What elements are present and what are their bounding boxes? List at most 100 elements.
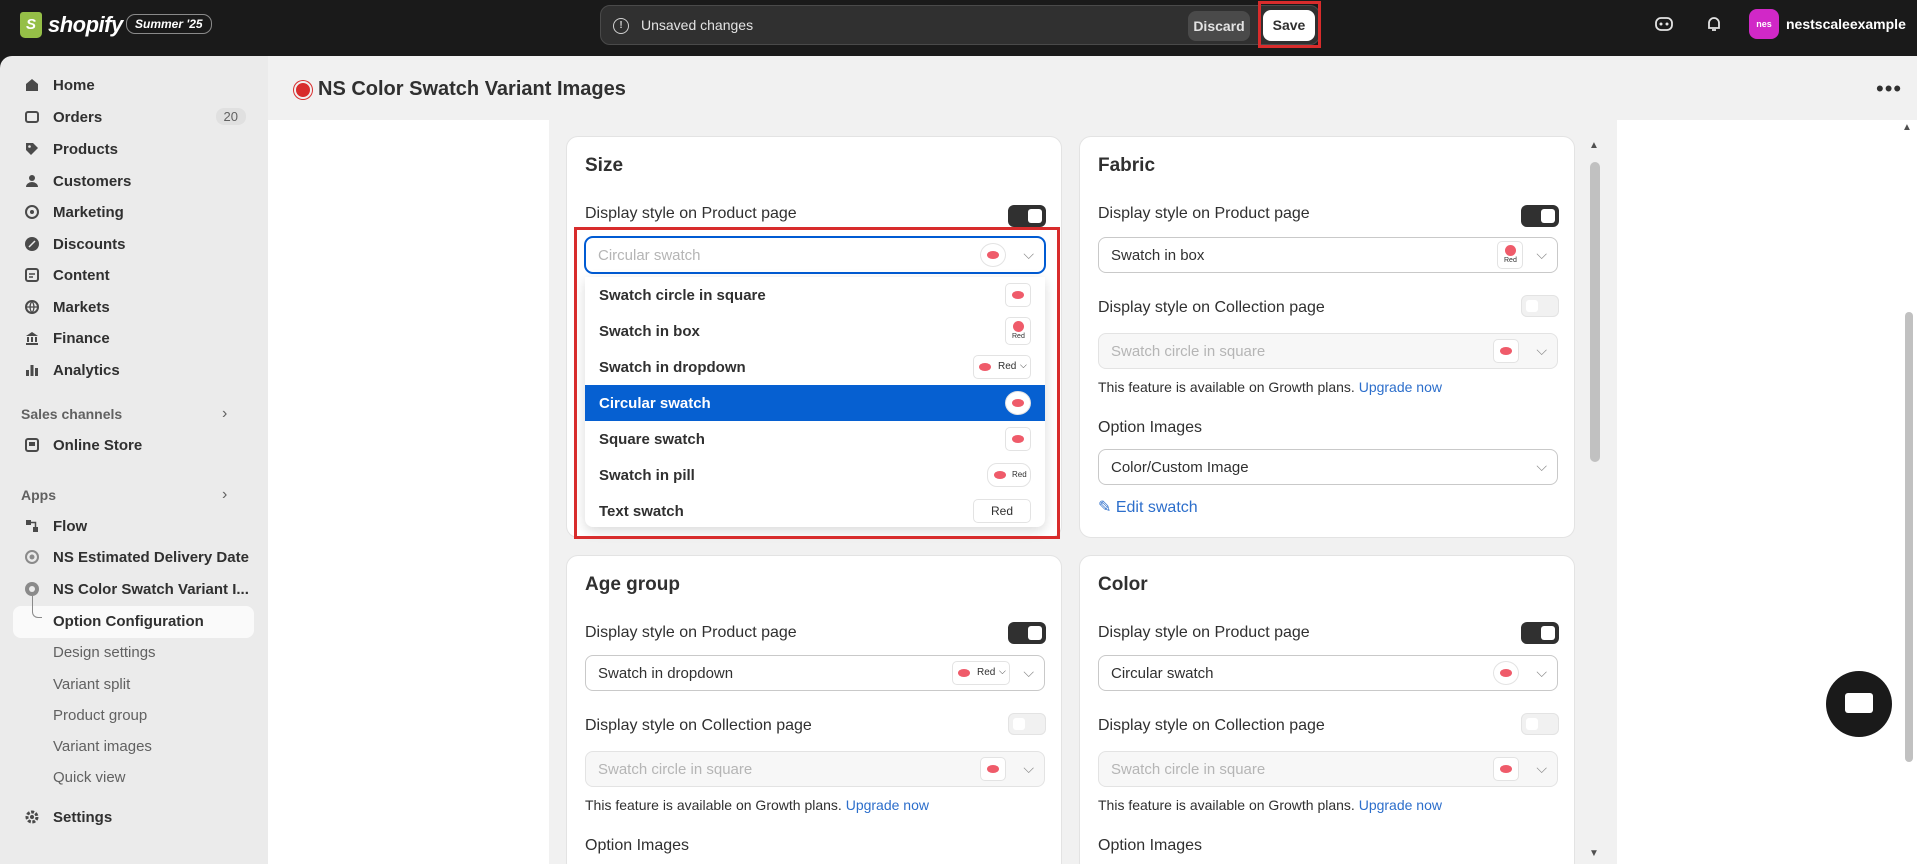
collection-page-label: Display style on Collection page [1098, 299, 1325, 316]
bell-icon[interactable] [1704, 14, 1724, 34]
collection-style-select[interactable]: Swatch circle in square ⌵ [1098, 333, 1558, 369]
sidebar-subitem-product-group[interactable]: Product group [53, 707, 147, 724]
sidebar-item-flow[interactable]: Flow [13, 511, 254, 541]
alert-icon: ! [613, 18, 629, 34]
chevron-down-icon: ⌵ [1536, 458, 1547, 474]
card-title: Size [585, 155, 624, 176]
notice-text: This feature is available on Growth plan… [585, 797, 842, 813]
growth-plan-notice: This feature is available on Growth plan… [1098, 379, 1442, 395]
discard-button[interactable]: Discard [1188, 11, 1250, 41]
chevron-right-icon[interactable]: › [222, 405, 227, 423]
save-highlight-box [1258, 1, 1321, 48]
sidebar-item-analytics[interactable]: Analytics [13, 355, 254, 385]
sidebar-subitem-variant-images[interactable]: Variant images [53, 738, 152, 755]
product-style-select[interactable]: Swatch in dropdown Red ⌵ ⌵ [585, 655, 1045, 691]
product-page-toggle[interactable] [1008, 622, 1046, 644]
red-swatch [1500, 669, 1512, 677]
sidebar-item-products[interactable]: Products [13, 134, 254, 164]
product-page-toggle[interactable] [1008, 205, 1046, 227]
sidebar-item-label: Discounts [53, 235, 126, 253]
sidebar-item-label: Marketing [53, 203, 124, 221]
sidebar-subitem-variant-split[interactable]: Variant split [53, 676, 130, 693]
app-logo-icon [294, 81, 312, 99]
product-style-select[interactable]: Circular swatch ⌵ [1098, 655, 1558, 691]
collection-page-toggle[interactable] [1521, 295, 1559, 317]
more-actions-icon[interactable]: ••• [1876, 76, 1902, 102]
flow-icon [23, 517, 41, 535]
bank-icon [23, 329, 41, 347]
sidebar-item-label: Finance [53, 329, 110, 347]
edition-badge[interactable]: Summer '25 [126, 14, 212, 34]
collection-page-toggle[interactable] [1521, 713, 1559, 735]
scroll-down-icon[interactable]: ▼ [1589, 848, 1599, 859]
tag-icon [23, 140, 41, 158]
sidebar-item-online-store[interactable]: Online Store [13, 430, 254, 460]
select-value: Swatch circle in square [1111, 343, 1266, 360]
sidebar-item-marketing[interactable]: Marketing [13, 197, 254, 227]
sidebar-item-ns-swatch[interactable]: NS Color Swatch Variant I... [13, 574, 254, 604]
page-header: NS Color Swatch Variant Images ••• [268, 56, 1917, 120]
globe-icon [23, 298, 41, 316]
upgrade-link[interactable]: Upgrade now [846, 797, 929, 813]
page-scroll-up-icon[interactable]: ▲ [1902, 122, 1912, 133]
scroll-up-icon[interactable]: ▲ [1589, 140, 1599, 151]
collection-style-select[interactable]: Swatch circle in square ⌵ [1098, 751, 1558, 787]
option-images-select[interactable]: Color/Custom Image ⌵ [1098, 449, 1558, 485]
person-icon [23, 172, 41, 190]
sidebar-item-orders[interactable]: Orders 20 [13, 102, 254, 132]
avatar[interactable]: nes [1749, 9, 1779, 39]
collection-page-toggle[interactable] [1008, 713, 1046, 735]
sidebar-item-finance[interactable]: Finance [13, 323, 254, 353]
store-icon [23, 436, 41, 454]
card-title: Color [1098, 574, 1148, 595]
card-title: Fabric [1098, 155, 1156, 176]
red-swatch [958, 669, 970, 677]
tree-connector [32, 596, 42, 618]
sidebar-item-ns-delivery[interactable]: NS Estimated Delivery Date [13, 542, 254, 572]
target-icon [23, 203, 41, 221]
collection-style-select[interactable]: Swatch circle in square ⌵ [585, 751, 1045, 787]
chevron-down-icon: ⌵ [1023, 760, 1034, 776]
sales-channels-heading[interactable]: Sales channels [21, 406, 122, 422]
orders-icon [23, 108, 41, 126]
swatch-preview [1493, 757, 1519, 781]
chevron-right-icon[interactable]: › [222, 486, 227, 504]
sidekick-icon[interactable] [1654, 14, 1674, 34]
chevron-down-icon: ⌵ [1536, 664, 1547, 680]
edit-swatch-link[interactable]: ✎ Edit swatch [1098, 497, 1198, 517]
unsaved-text: Unsaved changes [641, 17, 754, 33]
select-value: Swatch circle in square [1111, 761, 1266, 778]
product-page-toggle[interactable] [1521, 622, 1559, 644]
sidebar-subitem-design-settings[interactable]: Design settings [53, 644, 156, 661]
home-icon [23, 76, 41, 94]
product-style-select[interactable]: Swatch in box Red ⌵ [1098, 237, 1558, 273]
apps-heading[interactable]: Apps [21, 487, 56, 503]
sidebar-subitem-option-configuration[interactable]: Option Configuration [53, 613, 204, 630]
scrollbar-thumb[interactable] [1590, 162, 1600, 462]
product-page-label: Display style on Product page [585, 624, 797, 641]
page-scrollbar-thumb[interactable] [1905, 312, 1913, 762]
sidebar-subitem-quick-view[interactable]: Quick view [53, 769, 126, 786]
logo-text: shopify [48, 12, 123, 37]
sidebar-item-discounts[interactable]: Discounts [13, 229, 254, 259]
orders-count-badge: 20 [215, 108, 246, 125]
sidebar-item-home[interactable]: Home [13, 70, 254, 100]
product-page-label: Display style on Product page [1098, 205, 1310, 222]
upgrade-link[interactable]: Upgrade now [1359, 379, 1442, 395]
sidebar-item-markets[interactable]: Markets [13, 292, 254, 322]
select-value: Swatch circle in square [598, 761, 753, 778]
shopify-logo[interactable]: shopify [20, 12, 123, 38]
unsaved-changes-bar: ! Unsaved changes Discard Save [600, 5, 1320, 45]
sidebar-item-settings[interactable]: Settings [13, 802, 254, 832]
sidebar-item-customers[interactable]: Customers [13, 166, 254, 196]
sidebar-item-label: Online Store [53, 436, 143, 454]
product-page-label: Display style on Product page [585, 205, 797, 222]
select-value: Swatch in box [1111, 247, 1205, 264]
product-page-toggle[interactable] [1521, 205, 1559, 227]
chat-button[interactable] [1826, 671, 1892, 737]
store-name[interactable]: nestscaleexample [1786, 16, 1906, 32]
chevron-down-icon: ⌵ [1023, 664, 1034, 680]
sidebar-item-label: Settings [53, 808, 113, 826]
upgrade-link[interactable]: Upgrade now [1359, 797, 1442, 813]
sidebar-item-content[interactable]: Content [13, 260, 254, 290]
